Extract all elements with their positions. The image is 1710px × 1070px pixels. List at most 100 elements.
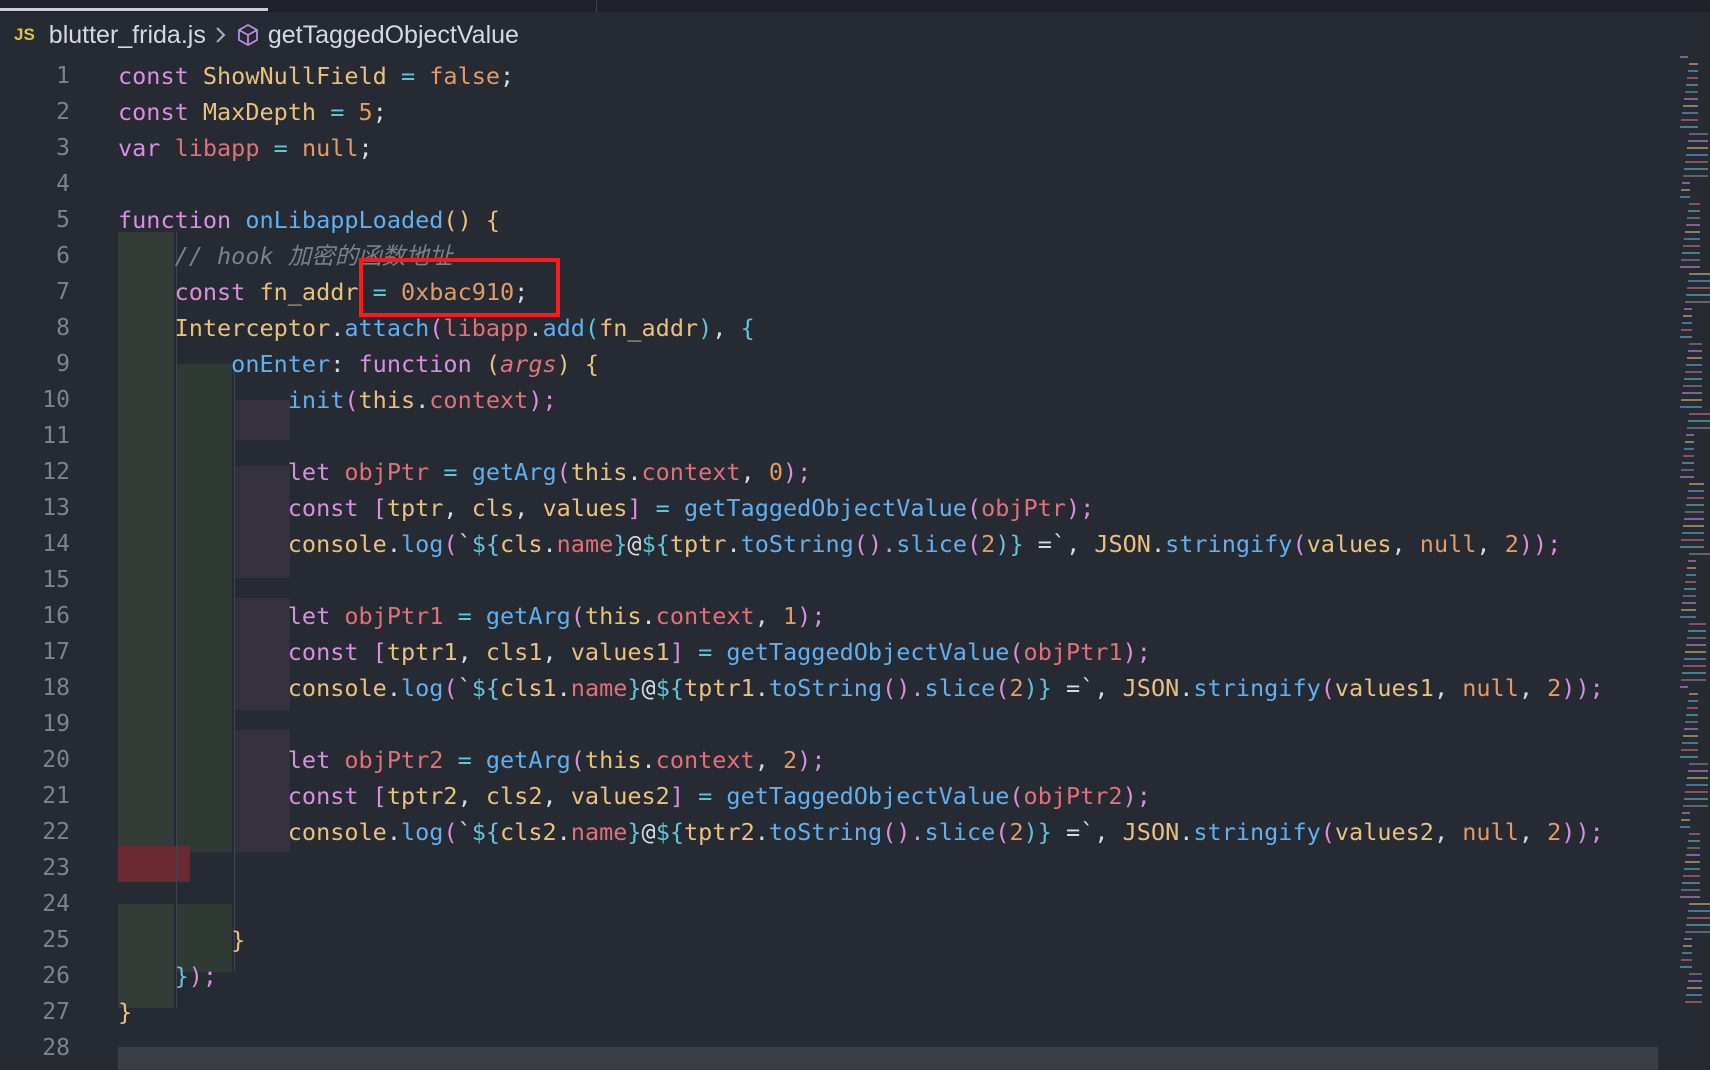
code-token: name — [570, 818, 628, 846]
code-line[interactable]: console.log(`${cls.name}@${tptr.toString… — [118, 526, 1562, 562]
code-line[interactable]: const ShowNullField = false; — [118, 58, 514, 94]
minimap[interactable] — [1680, 56, 1710, 1070]
code-line[interactable]: const [tptr1, cls1, values1] = getTagged… — [118, 634, 1151, 670]
code-token: (). — [853, 530, 897, 558]
code-token: getArg — [485, 602, 571, 630]
line-number: 8 — [56, 315, 70, 341]
minimap-line — [1689, 63, 1698, 65]
minimap-line — [1684, 658, 1706, 660]
code-token: args — [500, 350, 557, 378]
code-token: . — [627, 458, 642, 486]
minimap-line — [1689, 833, 1700, 835]
code-line[interactable]: const MaxDepth = 5; — [118, 94, 387, 130]
code-token: stringify — [1193, 674, 1321, 702]
code-token: log — [400, 818, 444, 846]
code-token: [ — [372, 638, 387, 666]
minimap-line — [1685, 511, 1704, 513]
cube-icon — [236, 23, 260, 47]
line-number: 16 — [42, 603, 70, 629]
code-line[interactable]: const [tptr, cls, values] = getTaggedObj… — [118, 490, 1095, 526]
code-line[interactable]: console.log(`${cls1.name}@${tptr1.toStri… — [118, 670, 1604, 706]
code-token: ` — [457, 530, 472, 558]
code-token: ; — [358, 134, 373, 162]
minimap-line — [1688, 700, 1698, 702]
code-token: , — [740, 458, 769, 486]
minimap-line — [1689, 973, 1702, 975]
minimap-line — [1687, 567, 1696, 569]
minimap-line — [1681, 259, 1700, 261]
minimap-line — [1683, 665, 1706, 667]
minimap-line — [1683, 735, 1698, 737]
minimap-line — [1681, 679, 1706, 681]
code-token: . — [754, 674, 769, 702]
minimap-line — [1687, 917, 1710, 919]
code-line[interactable]: let objPtr1 = getArg(this.context, 1); — [118, 598, 826, 634]
code-token: @ — [641, 674, 656, 702]
minimap-line — [1681, 399, 1702, 401]
code-line[interactable]: init(this.context); — [118, 382, 557, 418]
minimap-line — [1689, 763, 1708, 765]
tab-strip — [0, 0, 1710, 12]
minimap-line — [1684, 448, 1694, 450]
code-token: ( — [570, 746, 585, 774]
code-token: = — [259, 134, 302, 162]
line-number: 14 — [42, 531, 70, 557]
minimap-line — [1687, 777, 1708, 779]
active-tab-indicator[interactable] — [0, 8, 268, 11]
code-token: , — [1476, 530, 1505, 558]
minimap-line — [1682, 812, 1690, 814]
breadcrumb-symbol[interactable]: getTaggedObjectValue — [268, 21, 519, 50]
minimap-line — [1682, 952, 1692, 954]
code-token: Interceptor — [118, 314, 331, 342]
code-token: ] — [627, 494, 642, 522]
horizontal-scrollbar[interactable] — [118, 1047, 1658, 1070]
line-number: 4 — [56, 171, 70, 197]
code-token: null — [1462, 674, 1519, 702]
minimap-line — [1682, 112, 1698, 114]
code-line[interactable]: var libapp = null; — [118, 130, 373, 166]
code-line[interactable]: let objPtr = getArg(this.context, 0); — [118, 454, 812, 490]
code-token: tptr1 — [684, 674, 755, 702]
code-line[interactable]: } — [118, 994, 132, 1030]
code-token: , — [1094, 674, 1123, 702]
minimap-line — [1688, 140, 1708, 142]
code-token: ( — [443, 674, 458, 702]
minimap-line — [1687, 217, 1700, 219]
minimap-line — [1681, 819, 1690, 821]
code-token: log — [400, 674, 444, 702]
minimap-line — [1684, 98, 1698, 100]
minimap-line — [1683, 455, 1694, 457]
code-token: cls2 — [500, 818, 557, 846]
code-token: attach — [344, 314, 430, 342]
code-editor[interactable]: 1 2 3 4 5 6 7 8 9 10 11 12 13 14 15 16 17 18 19 20 21 22 23 24 2… — [0, 56, 1680, 1070]
minimap-line — [1684, 798, 1708, 800]
minimap-line — [1689, 553, 1710, 555]
code-line[interactable]: const [tptr2, cls2, values2] = getTagged… — [118, 778, 1151, 814]
code-token: = — [641, 494, 684, 522]
code-line[interactable]: } — [118, 922, 245, 958]
code-token: ( — [1320, 818, 1335, 846]
code-line[interactable]: onEnter: function (args) { — [118, 346, 599, 382]
code-line[interactable]: let objPtr2 = getArg(this.context, 2); — [118, 742, 826, 778]
minimap-line — [1686, 784, 1708, 786]
code-line[interactable]: console.log(`${cls2.name}@${tptr2.toStri… — [118, 814, 1604, 850]
minimap-line — [1685, 861, 1700, 863]
breadcrumb-file[interactable]: blutter_frida.js — [49, 21, 206, 50]
minimap-line — [1685, 441, 1694, 443]
code-token: stringify — [1193, 818, 1321, 846]
code-token: , — [542, 638, 571, 666]
code-token: . — [754, 818, 769, 846]
code-token: 2 — [1547, 818, 1562, 846]
code-token: const — [118, 98, 203, 126]
code-token: ( — [1009, 782, 1024, 810]
minimap-line — [1682, 252, 1700, 254]
code-token: context — [655, 746, 755, 774]
minimap-line — [1681, 609, 1696, 611]
tab-divider — [596, 0, 597, 12]
minimap-line — [1689, 623, 1706, 625]
code-line[interactable]: }); — [118, 958, 217, 994]
code-token: tptr — [669, 530, 727, 558]
line-number: 3 — [56, 135, 70, 161]
code-line[interactable]: function onLibappLoaded() { — [118, 202, 500, 238]
code-token: ) { — [556, 350, 600, 378]
